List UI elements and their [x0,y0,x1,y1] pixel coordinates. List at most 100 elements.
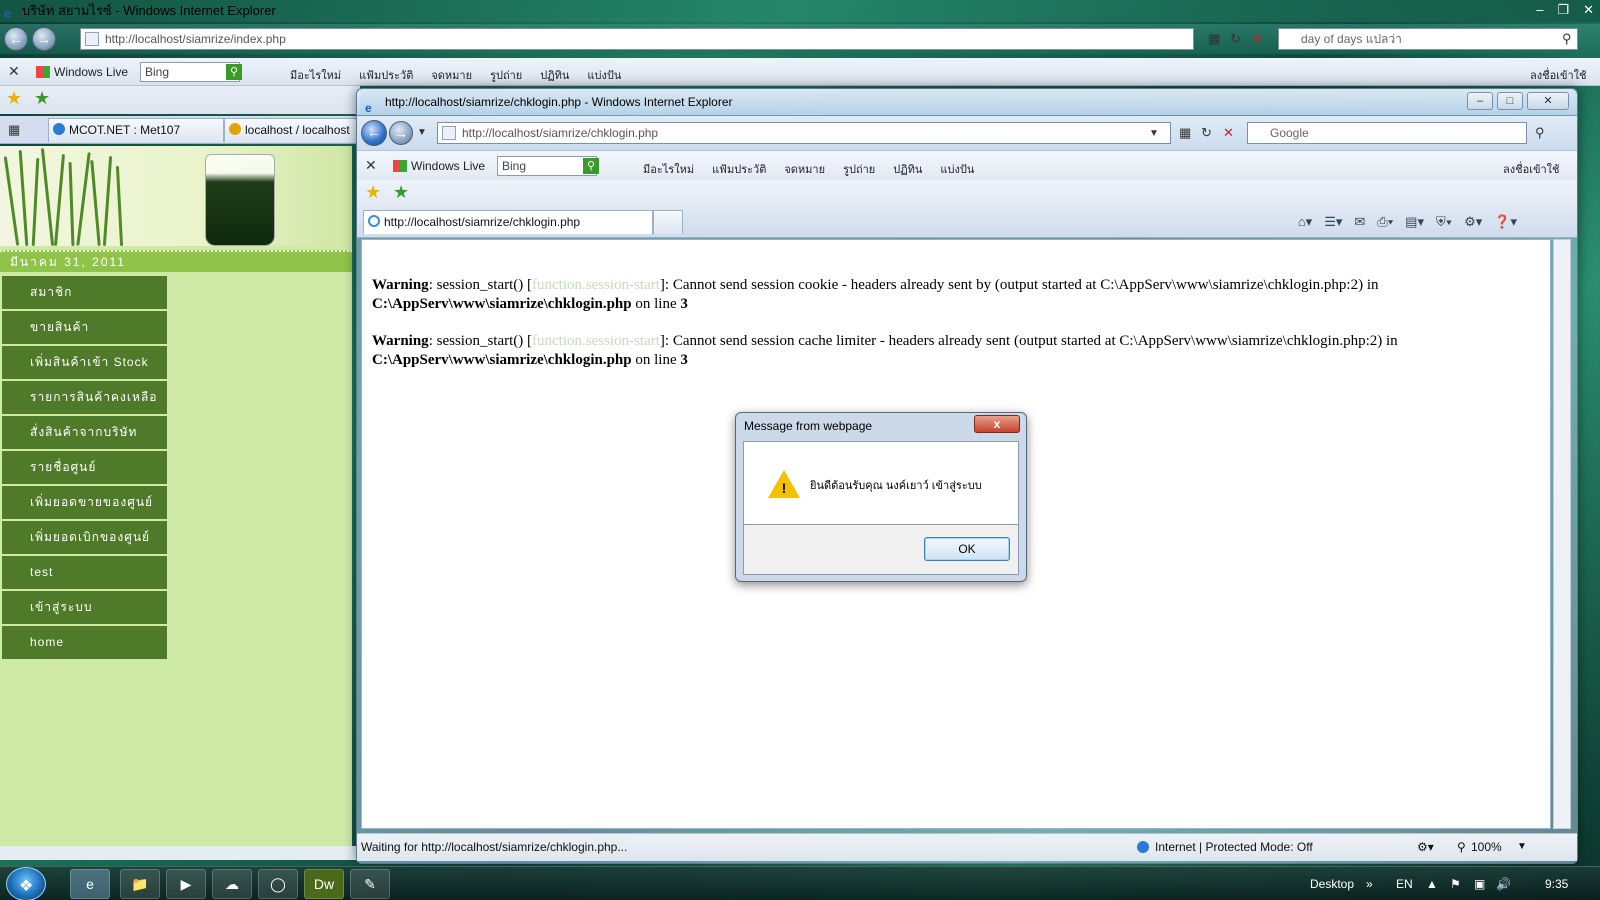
stop-icon[interactable]: ✕ [1252,29,1263,49]
favorites-star-icon[interactable]: ★ [365,182,381,203]
live-menu-item[interactable]: แฟ้มประวัติ [712,160,766,178]
live-menu-item[interactable]: มีอะไรใหม่ [643,160,694,178]
live-menu-item[interactable]: แบ่งปัน [587,66,621,84]
quick-tabs-icon[interactable]: ▦ [8,120,20,140]
back-address-bar[interactable]: http://localhost/siamrize/index.php [80,28,1194,50]
tray-expand-icon[interactable]: ▲ [1426,867,1438,900]
action-center-flag-icon[interactable]: ⚑ [1450,867,1461,900]
live-menu-item[interactable]: จดหมาย [431,66,472,84]
search-icon[interactable]: ⚲ [1535,123,1545,143]
bing-search-input[interactable]: Bing [497,156,597,176]
print-icon[interactable]: ⎙▾ [1377,214,1393,230]
function-link[interactable]: function.session-start [532,277,660,293]
desktop-toolbar-label[interactable]: Desktop [1310,867,1354,900]
nav-item-centers[interactable]: รายชื่อศูนย์ [2,451,167,484]
bing-go-icon[interactable]: ⚲ [583,158,599,174]
front-search-box[interactable]: Google [1247,122,1527,144]
nav-item-inventory[interactable]: รายการสินค้าคงเหลือ [2,381,167,414]
taskbar-dreamweaver-icon[interactable]: Dw [304,869,344,899]
nav-item-order[interactable]: สั่งสินค้าจากบริษัท [2,416,167,449]
windows-live-logo[interactable]: Windows Live [393,159,485,173]
forward-button[interactable]: → [32,27,56,51]
toolbar-chevron-icon[interactable]: » [1366,867,1373,900]
taskbar-explorer-icon[interactable]: 📁 [120,869,160,899]
taskbar-media-player-icon[interactable]: ▶ [166,869,206,899]
compat-view-icon[interactable]: ▦ [1208,29,1220,49]
back-button[interactable]: ← [4,27,28,51]
taskbar-paint-icon[interactable]: ✎ [350,869,390,899]
toolbar-close-icon[interactable]: ✕ [8,63,20,80]
language-indicator[interactable]: EN [1396,867,1413,900]
security-zone[interactable]: Internet | Protected Mode: Off [1155,834,1313,860]
dialog-close-button[interactable]: x [974,415,1020,433]
network-icon[interactable]: ▣ [1474,867,1485,900]
bing-search-input[interactable]: Bing [140,62,240,82]
back-search-box[interactable]: day of days แปลว่า [1278,28,1578,50]
close-icon[interactable]: ✕ [1527,92,1569,110]
clock[interactable]: 9:35 [1545,867,1568,900]
front-address-bar[interactable]: http://localhost/siamrize/chklogin.php [437,122,1171,144]
refresh-icon[interactable]: ↻ [1230,29,1241,49]
mail-icon[interactable]: ✉ [1354,214,1365,230]
nav-item-center-withdraw[interactable]: เพิ่มยอดเบิกของศูนย์ [2,521,167,554]
stop-icon[interactable]: ✕ [1223,123,1234,143]
close-icon[interactable]: ✕ [1583,0,1594,20]
live-menu-item[interactable]: มีอะไรใหม่ [290,66,341,84]
forward-button[interactable]: → [389,121,413,145]
toolbar-close-icon[interactable]: ✕ [365,157,377,174]
live-menu-item[interactable]: รูปถ่าย [843,160,875,178]
page-menu-icon[interactable]: ▤▾ [1405,214,1424,230]
favorites-star-icon[interactable]: ★ [6,88,22,109]
start-button[interactable]: ❖ [6,867,46,900]
nav-item-home[interactable]: home [2,626,167,659]
back-button[interactable]: ← [361,120,387,146]
nav-item-login[interactable]: เข้าสู่ระบบ [2,591,167,624]
back-window-titlebar[interactable]: e บริษัท สยามไรซ์ - Windows Internet Exp… [0,0,1600,22]
tab-mcot[interactable]: MCOT.NET : Met107 [48,118,224,142]
nav-item-members[interactable]: สมาชิก [2,276,167,309]
live-menu-item[interactable]: จดหมาย [784,160,825,178]
vertical-scrollbar[interactable] [1553,239,1571,829]
nav-item-test[interactable]: test [2,556,167,589]
front-window-titlebar[interactable]: e http://localhost/siamrize/chklogin.php… [357,89,1577,115]
live-menu-item[interactable]: รูปถ่าย [490,66,522,84]
zoom-dropdown-icon[interactable]: ▼ [1517,834,1527,860]
minimize-icon[interactable]: – [1536,0,1543,20]
sign-in-link[interactable]: ลงชื่อเข้าใช้ [1530,66,1586,84]
live-menu-item[interactable]: ปฏิทิน [540,66,569,84]
live-menu-item[interactable]: ปฏิทิน [893,160,922,178]
nav-item-center-sales[interactable]: เพิ่มยอดขายของศูนย์ [2,486,167,519]
compat-view-icon[interactable]: ▦ [1179,123,1191,143]
taskbar-ie-icon[interactable]: e [70,869,110,899]
zoom-level[interactable]: 100% [1471,834,1502,860]
tab-localhost[interactable]: localhost / localhost [224,118,360,142]
feeds-icon[interactable]: ☰▾ [1324,214,1342,230]
new-tab-button[interactable] [653,210,683,234]
live-menu-item[interactable]: แฟ้มประวัติ [359,66,413,84]
restore-icon[interactable]: ❐ [1557,0,1569,20]
volume-icon[interactable]: 🔊 [1496,867,1511,900]
add-favorite-icon[interactable]: ★ [393,182,409,203]
function-link[interactable]: function.session-start [532,333,660,349]
tab-chklogin[interactable]: http://localhost/siamrize/chklogin.php [363,210,653,234]
taskbar-network-icon[interactable]: ☁ [212,869,252,899]
windows-live-logo[interactable]: Windows Live [36,65,128,79]
sign-in-link[interactable]: ลงชื่อเข้าใช้ [1503,160,1559,178]
recent-pages-icon[interactable]: ▼ [417,123,427,143]
safety-icon[interactable]: ⛨▾ [1436,214,1452,230]
nav-item-add-stock[interactable]: เพิ่มสินค้าเข้า Stock [2,346,167,379]
address-dropdown-icon[interactable]: ▼ [1149,124,1159,144]
live-menu-item[interactable]: แบ่งปัน [940,160,974,178]
search-icon[interactable]: ⚲ [1562,29,1572,49]
maximize-icon[interactable]: □ [1497,92,1523,110]
add-favorite-icon[interactable]: ★ [34,88,50,109]
help-icon[interactable]: ❓▾ [1494,214,1517,230]
popup-settings-icon[interactable]: ⚙▾ [1417,834,1434,860]
refresh-icon[interactable]: ↻ [1201,123,1212,143]
taskbar-app-icon[interactable]: ◯ [258,869,298,899]
minimize-icon[interactable]: – [1467,92,1493,110]
nav-item-sell[interactable]: ขายสินค้า [2,311,167,344]
bing-go-icon[interactable]: ⚲ [226,64,242,80]
ok-button[interactable]: OK [924,537,1010,561]
home-icon[interactable]: ⌂▾ [1298,214,1312,230]
